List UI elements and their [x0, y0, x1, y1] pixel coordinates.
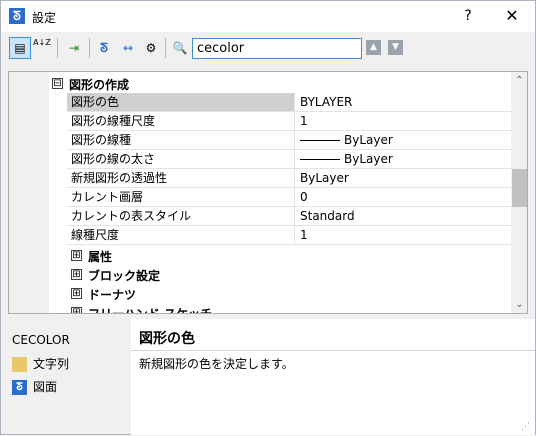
drawing-scope-icon: ᘕ [12, 380, 27, 395]
scroll-up-icon[interactable]: ⌃ [511, 74, 527, 88]
window-title: 設定 [32, 11, 57, 25]
property-value[interactable]: 1 [295, 226, 511, 245]
category-label: フリーハンド スケッチ [88, 307, 212, 314]
dimension-settings-button[interactable]: ↔ [117, 37, 139, 59]
property-row[interactable]: カレントの表スタイル Standard [9, 207, 511, 226]
collapse-icon[interactable]: ⊟ [52, 78, 63, 89]
title-bar: ᘕ 設定 ? ✕ [1, 1, 535, 32]
previous-result-button[interactable]: ▲ [366, 40, 381, 55]
property-name[interactable]: カレントの表スタイル [67, 207, 295, 226]
string-type-icon [12, 357, 27, 372]
options-button[interactable]: ⚙ [140, 37, 162, 59]
property-row[interactable]: 図形の色 BYLAYER [9, 93, 511, 112]
find-icon[interactable]: 🔍 [169, 37, 191, 59]
variable-info-panel: CECOLOR 文字列 ᘕ 図面 [1, 319, 131, 436]
property-row[interactable]: 図形の線種尺度 1 [9, 112, 511, 131]
variable-name: CECOLOR [12, 333, 70, 347]
property-value[interactable]: ByLayer [295, 131, 511, 150]
settings-dialog: ᘕ 設定 ? ✕ ▤ A↓Z ⇥ ᘕ ↔ ⚙ 🔍 cecolor ▲ ▼ ⊟ 図… [0, 0, 536, 435]
vertical-scrollbar[interactable]: ⌃ ⌄ [511, 72, 527, 313]
type-info: 文字列 [12, 355, 69, 373]
property-row[interactable]: 線種尺度 1 [9, 226, 511, 245]
scope-label: 図面 [33, 380, 58, 394]
property-name[interactable]: 線種尺度 [67, 226, 295, 245]
property-row[interactable]: 図形の線種 ByLayer [9, 131, 511, 150]
property-name[interactable]: 図形の色 [67, 93, 295, 112]
category-row[interactable]: ⊞ 属性 [9, 246, 511, 265]
category-row[interactable]: ⊟ 図形の作成 [9, 74, 511, 93]
close-button[interactable]: ✕ [497, 5, 527, 27]
categorized-view-button[interactable]: ▤ [9, 37, 31, 59]
description-text: 新規図形の色を決定します。 [139, 357, 294, 371]
expand-icon[interactable]: ⊞ [71, 307, 82, 313]
linetype-label: ByLayer [344, 133, 393, 147]
property-value[interactable]: ByLayer [295, 150, 511, 169]
category-label: ブロック設定 [88, 269, 161, 283]
property-name[interactable]: 図形の線種 [67, 131, 295, 150]
type-label: 文字列 [33, 357, 70, 371]
property-name[interactable]: 図形の線の太さ [67, 150, 295, 169]
category-label: ドーナツ [88, 288, 137, 302]
lineweight-sample [300, 159, 340, 160]
description-divider [131, 350, 535, 351]
scroll-thumb[interactable] [512, 169, 527, 207]
property-value[interactable]: 0 [295, 188, 511, 207]
alphabetical-view-button[interactable]: A↓Z [31, 37, 53, 59]
lineweight-label: ByLayer [344, 152, 393, 166]
toolbar-separator [57, 38, 58, 58]
resize-grip-icon[interactable]: ⋰ [521, 421, 533, 433]
property-row[interactable]: 図形の線の太さ ByLayer [9, 150, 511, 169]
app-icon: ᘕ [9, 8, 25, 24]
category-label: 属性 [88, 250, 113, 264]
category-row[interactable]: ⊞ ドーナツ [9, 284, 511, 303]
property-value[interactable]: ByLayer [295, 169, 511, 188]
property-name[interactable]: 新規図形の透過性 [67, 169, 295, 188]
property-row[interactable]: カレント画層 0 [9, 188, 511, 207]
export-button[interactable]: ⇥ [63, 37, 85, 59]
property-row[interactable]: 新規図形の透過性 ByLayer [9, 169, 511, 188]
scroll-down-icon[interactable]: ⌄ [511, 298, 527, 312]
help-button[interactable]: ? [453, 5, 483, 27]
toolbar: ▤ A↓Z ⇥ ᘕ ↔ ⚙ 🔍 cecolor ▲ ▼ [1, 32, 535, 64]
description-panel: 図形の色 新規図形の色を決定します。 [131, 319, 535, 435]
category-row[interactable]: ⊞ ブロック設定 [9, 265, 511, 284]
drawing-settings-button[interactable]: ᘕ [93, 37, 115, 59]
expand-icon[interactable]: ⊞ [71, 288, 82, 299]
property-value[interactable]: Standard [295, 207, 511, 226]
expand-icon[interactable]: ⊞ [71, 269, 82, 280]
linetype-sample [300, 140, 340, 141]
expand-icon[interactable]: ⊞ [71, 250, 82, 261]
search-input[interactable]: cecolor [192, 38, 362, 59]
property-value[interactable]: 1 [295, 112, 511, 131]
property-value[interactable]: BYLAYER [295, 93, 511, 112]
next-result-button[interactable]: ▼ [388, 40, 403, 55]
category-row[interactable]: ⊞ フリーハンド スケッチ [9, 303, 511, 314]
property-grid: ⊟ 図形の作成 図形の色 BYLAYER 図形の線種尺度 1 図形の線種 ByL… [8, 71, 528, 314]
property-name[interactable]: 図形の線種尺度 [67, 112, 295, 131]
toolbar-separator [165, 38, 166, 58]
scope-info: ᘕ 図面 [12, 378, 57, 396]
toolbar-separator [89, 38, 90, 58]
description-title: 図形の色 [139, 331, 195, 347]
category-label: 図形の作成 [69, 78, 130, 92]
property-name[interactable]: カレント画層 [67, 188, 295, 207]
